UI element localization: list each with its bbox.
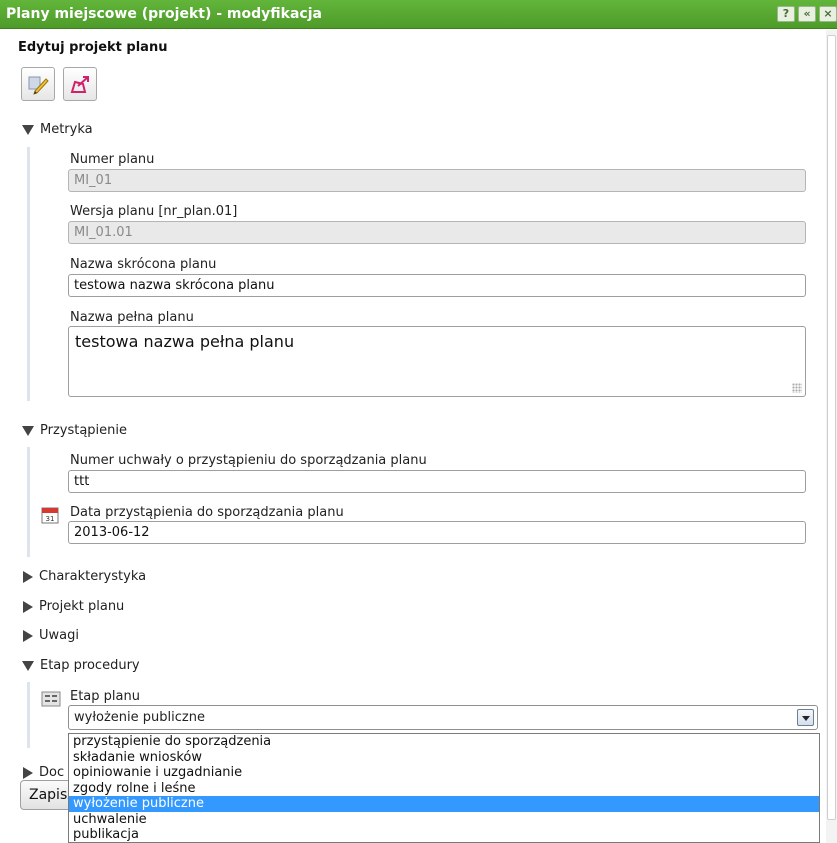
etap-planu-dropdown-list[interactable]: przystąpienie do sporządzenia składanie w…	[68, 733, 820, 843]
wersja-planu-field: MI_01.01	[68, 221, 806, 244]
nazwa-skrocona-label: Nazwa skrócona planu	[70, 257, 217, 272]
dropdown-option[interactable]: zgody rolne i leśne	[69, 781, 819, 797]
section-dokumenty[interactable]: Doc	[22, 765, 64, 780]
wersja-planu-label: Wersja planu [nr_plan.01]	[70, 204, 238, 219]
collapsed-triangle-icon	[23, 570, 33, 583]
nazwa-pelna-value: testowa nazwa pełna planu	[75, 332, 295, 351]
numer-uchwaly-label: Numer uchwały o przystąpieniu do sporząd…	[70, 453, 427, 468]
nazwa-pelna-textarea[interactable]: testowa nazwa pełna planu	[68, 326, 806, 397]
pencil-edit-icon	[28, 76, 49, 95]
section-dokumenty-title: Doc	[39, 765, 65, 780]
nazwa-pelna-label: Nazwa pełna planu	[70, 310, 194, 325]
section-etap-procedury[interactable]: Etap procedury	[22, 658, 140, 673]
nazwa-skrocona-field[interactable]: testowa nazwa skrócona planu	[68, 274, 806, 297]
svg-text:31: 31	[46, 515, 55, 523]
section-divider	[27, 147, 30, 401]
dropdown-option[interactable]: wyłożenie publiczne	[69, 796, 819, 812]
etap-planu-select[interactable]: wyłożenie publiczne	[68, 705, 818, 730]
expanded-triangle-icon	[22, 660, 34, 671]
calendar-icon[interactable]: 31	[41, 506, 59, 524]
etap-planu-label: Etap planu	[70, 689, 140, 704]
collapsed-triangle-icon	[23, 629, 33, 642]
section-charakterystyka-title: Charakterystyka	[39, 569, 147, 584]
export-shape-icon	[70, 76, 89, 93]
window-title: Plany miejscowe (projekt) - modyfikacja	[6, 6, 322, 22]
numer-uchwaly-field[interactable]: ttt	[68, 470, 806, 493]
collapsed-triangle-icon	[23, 600, 33, 613]
section-przystapienie[interactable]: Przystąpienie	[22, 423, 127, 438]
section-etap-procedury-title: Etap procedury	[40, 658, 140, 673]
etap-planu-selected-value: wyłożenie publiczne	[74, 710, 205, 725]
data-przystapienia-label: Data przystąpienia do sporządzania planu	[70, 505, 344, 520]
scrollbar-thumb[interactable]	[827, 35, 836, 820]
collapsed-triangle-icon	[23, 766, 33, 779]
numer-planu-field: MI_01	[68, 169, 806, 192]
section-uwagi[interactable]: Uwagi	[22, 628, 79, 643]
collapse-button[interactable]: «	[798, 6, 816, 22]
close-button[interactable]: ×	[819, 6, 837, 22]
dropdown-option[interactable]: uchwalenie	[69, 812, 819, 828]
form-subtitle: Edytuj projekt planu	[18, 40, 168, 55]
dropdown-option[interactable]: składanie wniosków	[69, 750, 819, 766]
expanded-triangle-icon	[22, 124, 34, 135]
section-charakterystyka[interactable]: Charakterystyka	[22, 569, 146, 584]
dropdown-option[interactable]: publikacja	[69, 827, 819, 842]
section-divider	[27, 447, 30, 557]
section-uwagi-title: Uwagi	[39, 628, 79, 643]
dropdown-option[interactable]: opiniowanie i uzgadnianie	[69, 765, 819, 781]
section-projekt-planu-title: Projekt planu	[39, 599, 125, 614]
help-button[interactable]: ?	[777, 6, 795, 22]
numer-planu-label: Numer planu	[70, 152, 155, 167]
window-controls: ? « ×	[777, 6, 837, 22]
export-tool-button[interactable]	[63, 67, 97, 101]
section-divider	[27, 682, 30, 748]
chevron-down-icon[interactable]	[797, 709, 814, 726]
section-metryka[interactable]: Metryka	[22, 122, 93, 137]
list-icon	[41, 691, 61, 707]
window-titlebar: Plany miejscowe (projekt) - modyfikacja …	[0, 0, 837, 29]
section-przystapienie-title: Przystąpienie	[40, 423, 128, 438]
data-przystapienia-field[interactable]: 2013-06-12	[68, 521, 806, 544]
expanded-triangle-icon	[22, 425, 34, 436]
edit-tool-button[interactable]	[21, 67, 55, 101]
dropdown-option[interactable]: przystąpienie do sporządzenia	[69, 734, 819, 750]
section-metryka-title: Metryka	[40, 122, 93, 137]
resize-grip-icon[interactable]	[792, 383, 802, 393]
section-projekt-planu[interactable]: Projekt planu	[22, 599, 124, 614]
